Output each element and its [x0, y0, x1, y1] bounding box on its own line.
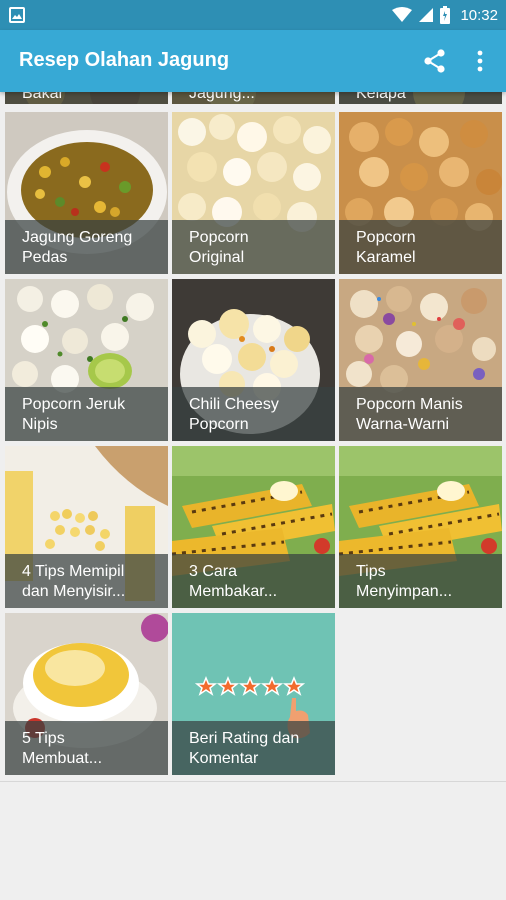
recipe-card[interactable]: 3 Cara Membakar...	[172, 446, 335, 608]
recipe-card[interactable]: Bakar	[5, 92, 168, 104]
wifi-icon	[392, 7, 413, 22]
recipe-card[interactable]: Tips Menyimpan...	[339, 446, 502, 608]
recipe-card[interactable]: Popcorn Jeruk Nipis	[5, 279, 168, 441]
rating-label: Beri Rating dan Komentar	[172, 721, 335, 775]
recipe-card[interactable]: Popcorn Karamel	[339, 112, 502, 274]
recipe-title: Jagung...	[172, 92, 335, 104]
recipe-title: Chili Cheesy Popcorn	[172, 387, 335, 441]
recipe-title: Popcorn Karamel	[339, 220, 502, 274]
clock: 10:32	[460, 6, 498, 24]
recipe-title: Jagung Goreng Pedas	[5, 220, 168, 274]
share-icon[interactable]	[422, 48, 448, 74]
recipe-title: Popcorn Manis Warna-Warni	[339, 387, 502, 441]
recipe-title: 4 Tips Memipil dan Menyisir...	[5, 554, 168, 608]
rating-card[interactable]: Beri Rating dan Komentar	[172, 613, 335, 775]
recipe-title: 3 Cara Membakar...	[172, 554, 335, 608]
recipe-card[interactable]: Popcorn Manis Warna-Warni	[339, 279, 502, 441]
signal-icon	[419, 8, 434, 22]
recipe-title: 5 Tips Membuat...	[5, 721, 168, 775]
recipe-card[interactable]: Jagung Goreng Pedas	[5, 112, 168, 274]
recipe-card[interactable]: Popcorn Original	[172, 112, 335, 274]
app-title: Resep Olahan Jagung	[19, 49, 230, 71]
recipe-card[interactable]: 4 Tips Memipil dan Menyisir...	[5, 446, 168, 608]
recipe-title: Popcorn Original	[172, 220, 335, 274]
recipe-grid: Bakar Jagung... Kelapa Jagung Goreng Ped…	[0, 92, 506, 782]
app-bar: Resep Olahan Jagung	[0, 30, 506, 92]
battery-icon	[440, 6, 451, 24]
recipe-title: Kelapa	[339, 92, 502, 104]
recipe-card[interactable]: Chili Cheesy Popcorn	[172, 279, 335, 441]
recipe-card[interactable]: Kelapa	[339, 92, 502, 104]
recipe-title: Tips Menyimpan...	[339, 554, 502, 608]
list-divider	[0, 781, 506, 782]
status-bar: 10:32	[0, 0, 506, 30]
recipe-card[interactable]: 5 Tips Membuat...	[5, 613, 168, 775]
more-vert-icon[interactable]	[470, 48, 490, 74]
image-icon	[9, 7, 25, 23]
recipe-title: Bakar	[5, 92, 168, 104]
recipe-title: Popcorn Jeruk Nipis	[5, 387, 168, 441]
recipe-card[interactable]: Jagung...	[172, 92, 335, 104]
